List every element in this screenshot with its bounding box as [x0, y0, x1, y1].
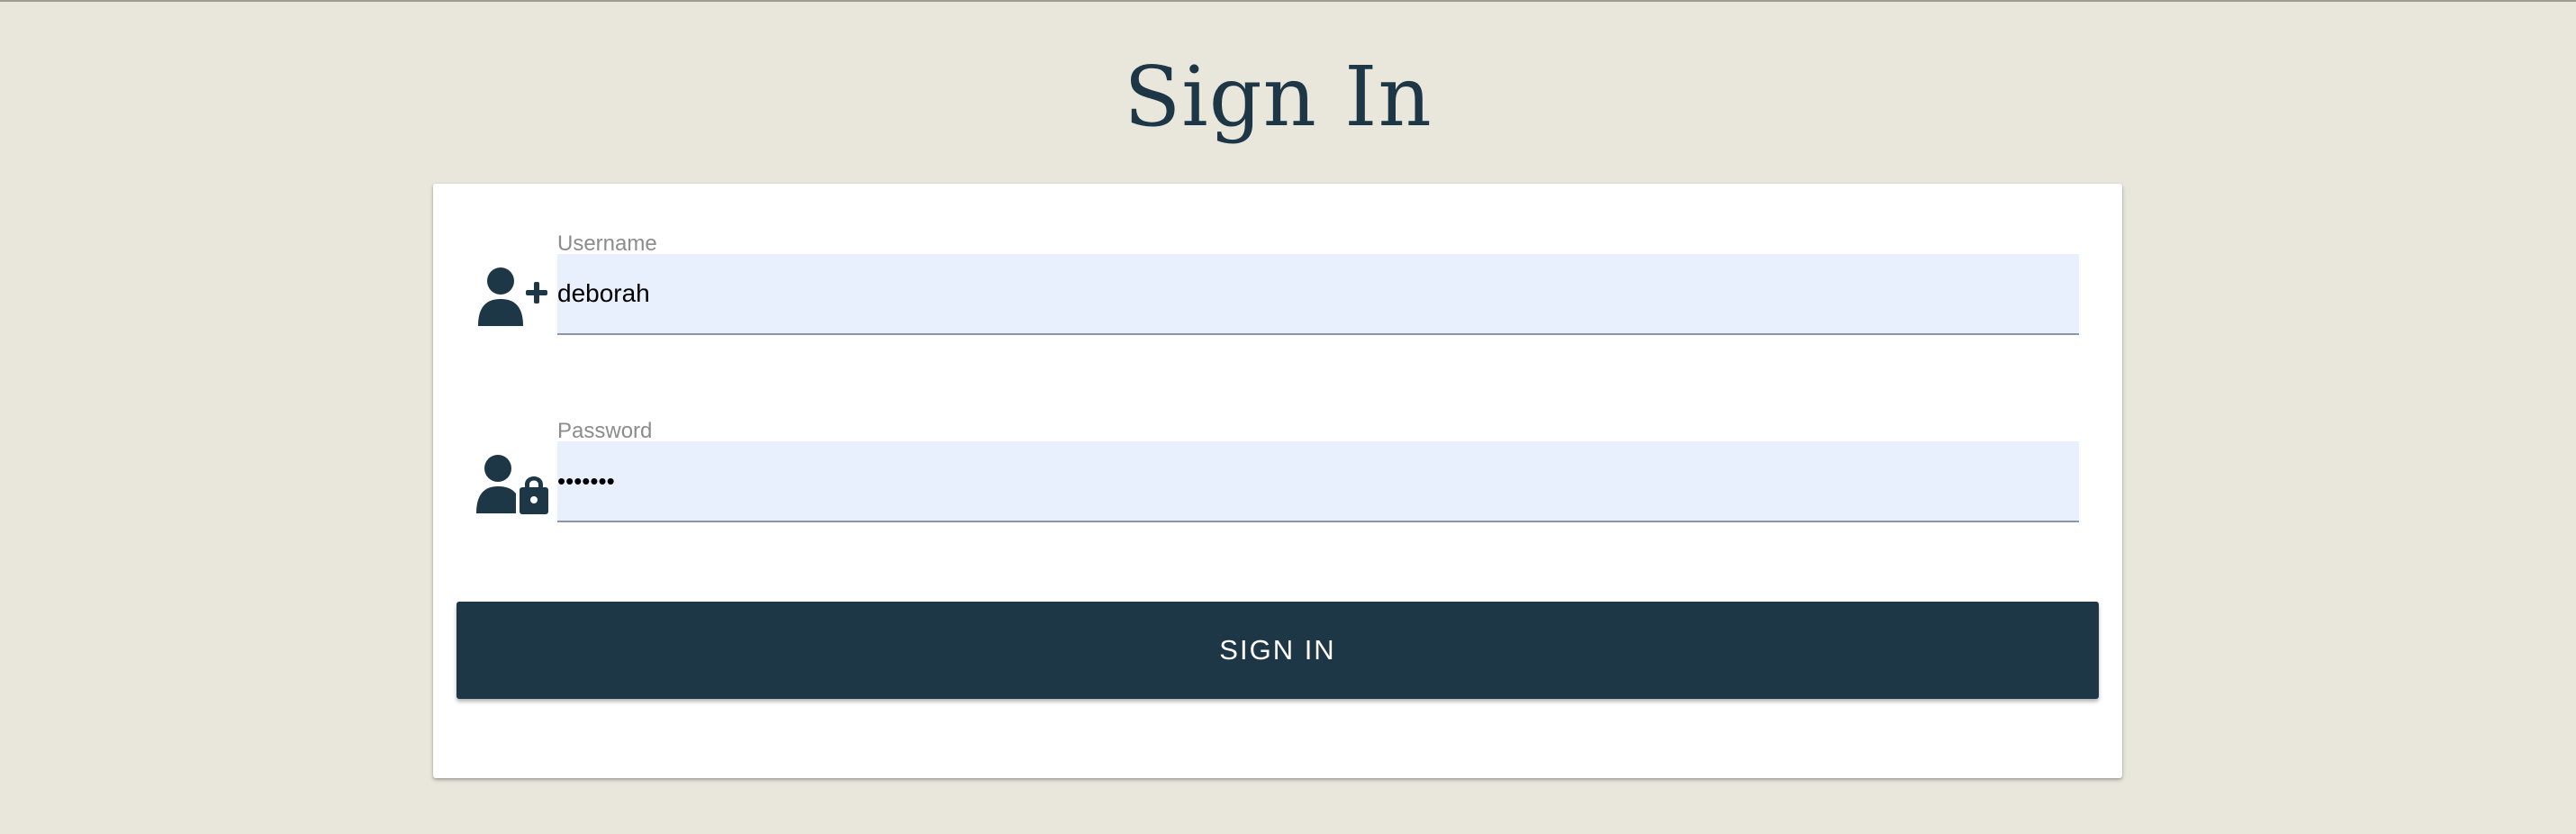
sign-in-button[interactable]: SIGN IN [456, 602, 2099, 699]
user-plus-icon [476, 267, 548, 328]
sign-in-card: Username Password SIGN IN [433, 184, 2122, 778]
user-lock-icon [476, 454, 548, 515]
page-title: Sign In [1124, 49, 1433, 145]
password-input[interactable] [557, 441, 2079, 522]
username-input[interactable] [557, 254, 2079, 335]
username-field-row: Username [433, 231, 2122, 357]
password-field-row: Password [433, 418, 2122, 544]
